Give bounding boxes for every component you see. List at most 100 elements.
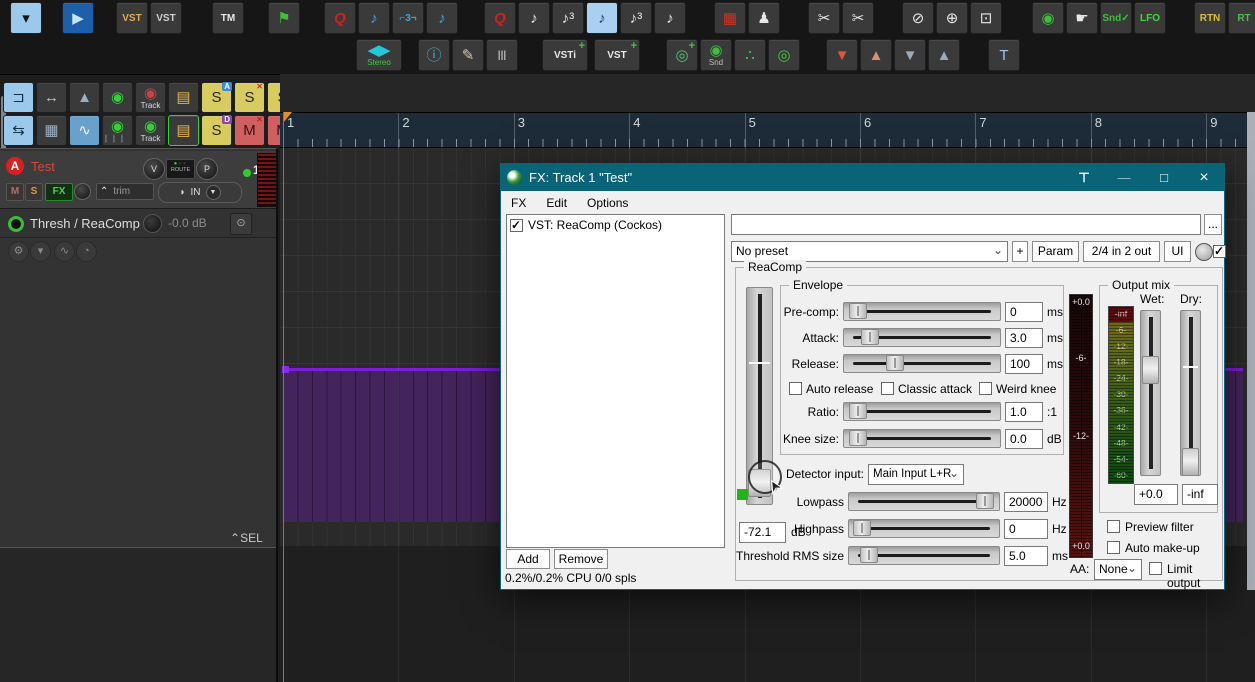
highpass-slider-handle[interactable] (853, 520, 871, 536)
preview-filter-checkbox[interactable] (1107, 520, 1120, 533)
track-1-header[interactable]: A Test V ●●●ROUTE P M S FX ⌃trim ◗IN▼ 1 (0, 151, 276, 209)
rms-value-box[interactable]: 5.0 (1004, 546, 1048, 566)
fx-window-titlebar[interactable]: FX: Track 1 "Test" ⊤ — □ × (501, 164, 1224, 191)
envelope-settings-gear[interactable]: ⚙ (8, 241, 29, 262)
dry-value-box[interactable]: -inf (1182, 484, 1218, 505)
note-dotted-button[interactable]: ♪ (426, 2, 458, 34)
notation-quill-button[interactable]: ✎ (452, 39, 484, 71)
lowpass-slider-handle[interactable] (976, 493, 994, 509)
fx-button[interactable]: FX (45, 183, 73, 201)
envelope-menu-button[interactable]: ▾ (30, 241, 51, 262)
precomp-slider-handle[interactable] (849, 303, 867, 319)
cpu-info-button[interactable]: ⓘ (418, 39, 450, 71)
rms-slider[interactable] (848, 546, 1000, 565)
attack-slider[interactable] (843, 328, 1001, 347)
unmute-all-button[interactable]: M✕ (234, 115, 265, 146)
routing-nodes-button[interactable]: ∴ (734, 39, 766, 71)
remove-fx-button[interactable]: Remove (554, 549, 608, 569)
media-fit-button[interactable]: ⇆ (3, 115, 34, 146)
dry-slider-handle[interactable] (1182, 448, 1199, 476)
note-straight-button[interactable]: ♪ (358, 2, 390, 34)
lowpass-slider[interactable] (848, 492, 1000, 511)
solo-defeat-button[interactable]: SD (201, 115, 232, 146)
attack-slider-handle[interactable] (861, 329, 879, 345)
release-slider[interactable] (843, 354, 1001, 373)
auto-release-checkbox[interactable] (789, 382, 802, 395)
knee-value-box[interactable]: 0.0 (1005, 429, 1043, 449)
route-button[interactable]: ●●●ROUTE (166, 159, 195, 179)
pan-knob[interactable]: P (196, 158, 218, 180)
ratio-slider[interactable] (843, 402, 1001, 421)
envelope-trim-widget[interactable]: ⌃trim (96, 183, 154, 200)
ratio-value-box[interactable]: 1.0 (1005, 402, 1043, 422)
theme-shirt-button[interactable]: T (988, 39, 1020, 71)
insert-below-button[interactable]: ▼ (826, 39, 858, 71)
grid-note-triplet-2-button[interactable]: ♪³ (620, 2, 652, 34)
grid-note-2-button[interactable]: ♪ (654, 2, 686, 34)
envelope-shape-button[interactable]: ∿ (54, 241, 75, 262)
browse-dots-button[interactable]: ... (1204, 214, 1222, 235)
fx-plugin-list[interactable]: VST: ReaComp (Cockos) (506, 214, 725, 548)
limit-output-checkbox[interactable] (1149, 562, 1162, 575)
release-slider-handle[interactable] (886, 355, 904, 371)
aa-combo[interactable]: None (1094, 559, 1142, 580)
insert-above-button[interactable]: ▲ (860, 39, 892, 71)
envelope-visibility-button[interactable]: ◉ (102, 82, 133, 113)
zoom-undo-button[interactable]: ⊘ (902, 2, 934, 34)
save-preset-button[interactable]: + (1012, 241, 1028, 262)
record-input-button[interactable]: ◗IN▼ (158, 182, 242, 203)
dry-slider[interactable] (1180, 310, 1201, 476)
unsolo-all-button[interactable]: S✕ (234, 82, 265, 113)
zoom-all-button[interactable]: ⊕ (936, 2, 968, 34)
io-routing-button[interactable]: 2/4 in 2 out (1083, 241, 1160, 262)
move-up-button[interactable]: ▲ (928, 39, 960, 71)
preset-combo[interactable]: No preset (731, 241, 1008, 262)
mute-button[interactable]: M (6, 183, 24, 201)
add-fx-button[interactable]: Add (506, 549, 550, 569)
stereo-button[interactable]: ◀▶Stereo (356, 39, 402, 71)
release-value-box[interactable]: 100 (1005, 354, 1043, 374)
knee-slider-handle[interactable] (849, 430, 867, 446)
vertical-scrollbar[interactable] (1247, 112, 1255, 590)
envelope-knob-button[interactable]: ◔ (76, 241, 97, 262)
precomp-value-box[interactable]: 0 (1005, 302, 1043, 322)
minimize-button[interactable]: — (1104, 170, 1144, 185)
wet-value-box[interactable]: +0.0 (1134, 484, 1178, 505)
envelope-eye-button[interactable]: ◉ (1032, 2, 1064, 34)
pin-icon[interactable]: ⊤ (1064, 170, 1104, 186)
track-eye-button[interactable]: ◉Track (135, 115, 166, 146)
envelope-lane-header[interactable]: Thresh / ReaComp -0.0 dB ⊙ (0, 211, 276, 238)
bars-button[interactable]: ||| (486, 39, 518, 71)
plugin-enabled-checkbox[interactable] (510, 219, 523, 232)
attack-value-box[interactable]: 3.0 (1005, 328, 1043, 348)
docker-menu-button[interactable]: ▾ (10, 2, 42, 34)
lowpass-value-box[interactable]: 20000 (1004, 492, 1048, 512)
input-dropdown-icon[interactable]: ▼ (206, 185, 221, 200)
envelope-lane-name[interactable]: Thresh / ReaComp (30, 216, 140, 231)
media-explorer-button[interactable]: ▶ (62, 2, 94, 34)
ripple-edit-button[interactable]: ▦ (714, 2, 746, 34)
unquantize-button[interactable]: Q (324, 2, 356, 34)
actors-walk-button[interactable]: ⚑ (268, 2, 300, 34)
rms-slider-handle[interactable] (860, 547, 878, 563)
insert-vsti-button[interactable]: VSTi+ (542, 39, 588, 71)
precomp-slider[interactable] (843, 302, 1001, 321)
ui-toggle-button[interactable]: UI (1164, 241, 1191, 262)
track-name[interactable]: Test (31, 159, 55, 174)
envelope-points-button[interactable]: ∿ (69, 115, 100, 146)
plugin-list-item[interactable]: VST: ReaComp (Cockos) (507, 215, 724, 235)
record-monitor-ring-button[interactable]: ◎ (768, 39, 800, 71)
mixer-visibility-button[interactable]: ◉⎸⎸⎸ (102, 115, 133, 146)
wet-mini-knob[interactable] (1195, 243, 1213, 261)
classic-attack-checkbox[interactable] (881, 382, 894, 395)
grid-note-triplet-button[interactable]: ♪³ (552, 2, 584, 34)
knee-slider[interactable] (843, 429, 1001, 448)
envelope-value-knob[interactable] (143, 214, 162, 233)
solo-auto-button[interactable]: SA (201, 82, 232, 113)
wet-slider-handle[interactable] (1142, 356, 1159, 384)
menu-options[interactable]: Options (577, 196, 638, 210)
note-triplet-button[interactable]: ⌐3¬ (392, 2, 424, 34)
solo-button[interactable]: S (25, 183, 43, 201)
param-button[interactable]: Param (1032, 241, 1079, 262)
track-visibility-button[interactable]: ◉Track (135, 82, 166, 113)
